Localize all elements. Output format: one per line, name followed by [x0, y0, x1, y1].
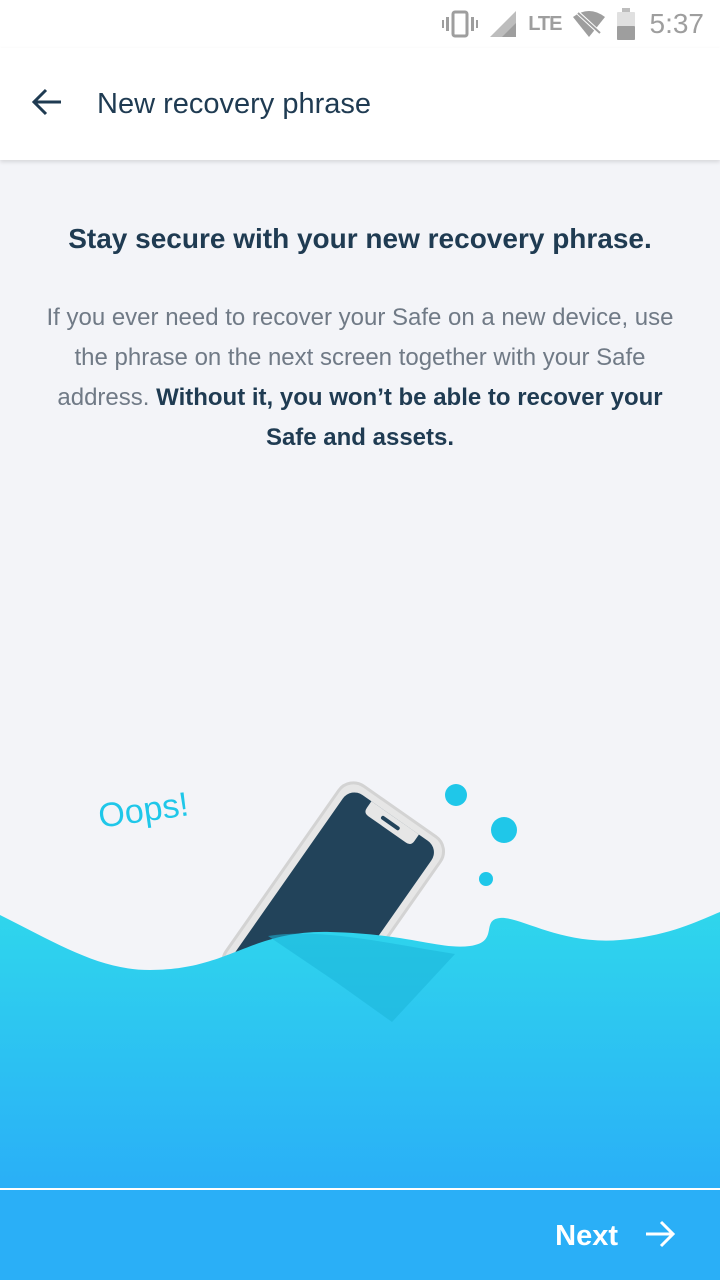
back-button[interactable] [19, 76, 75, 132]
arrow-back-icon [31, 86, 63, 123]
page-title: New recovery phrase [97, 87, 371, 120]
status-time: 5:37 [649, 8, 705, 39]
oops-caption: Oops! [96, 785, 191, 835]
footer-bar: Next [0, 1188, 720, 1280]
app-bar: New recovery phrase [0, 48, 720, 160]
next-label: Next [555, 1219, 618, 1252]
content: Stay secure with your new recovery phras… [0, 160, 720, 458]
body-text-bold: Without it, you won’t be able to recover… [156, 384, 663, 451]
bubble [445, 784, 467, 806]
headline: Stay secure with your new recovery phras… [68, 223, 652, 254]
wifi-off-icon [572, 9, 606, 39]
signal-icon [488, 9, 518, 39]
network-type: LTE [528, 12, 562, 35]
battery-icon [616, 8, 636, 40]
bubble [479, 872, 493, 886]
body-text: If you ever need to recover your Safe on… [40, 298, 680, 458]
next-button[interactable]: Next [555, 1190, 676, 1280]
arrow-forward-icon [644, 1218, 676, 1255]
illustration: Oops! [0, 760, 720, 1188]
vibrate-icon [442, 9, 479, 39]
status-bar: LTE 5:37 [0, 0, 720, 48]
bubble [491, 817, 517, 843]
